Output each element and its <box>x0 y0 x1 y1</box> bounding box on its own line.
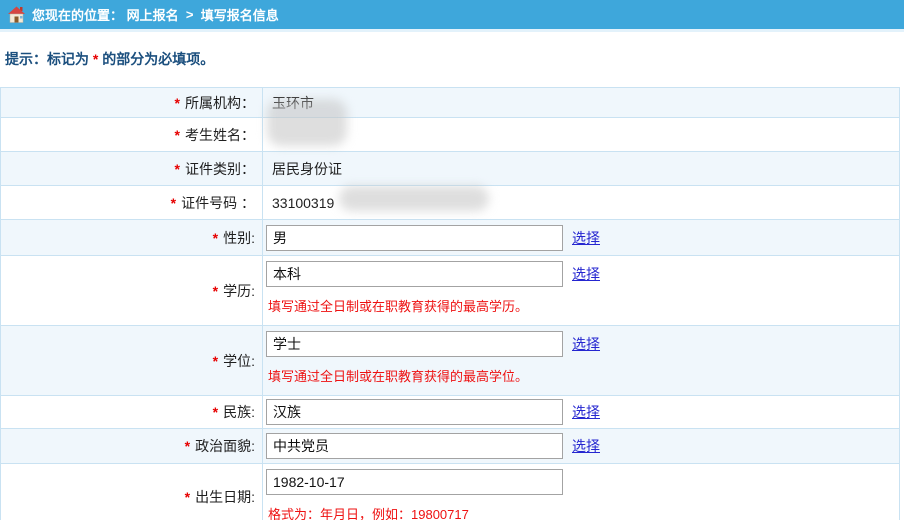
degree-input[interactable] <box>266 331 563 357</box>
gender-input[interactable] <box>266 225 563 251</box>
required-asterisk: * <box>185 489 190 505</box>
form-row-id-type: * 证件类别： 居民身份证 <box>1 152 899 186</box>
id-type-label-text: 证件类别： <box>185 159 255 179</box>
candidate-name-label: * 考生姓名： <box>1 118 263 151</box>
degree-select-link[interactable]: 选择 <box>572 334 600 354</box>
form-row-candidate-name: * 考生姓名： <box>1 118 899 152</box>
form-row-degree: * 学位: 选择 填写通过全日制或在职教育获得的最高学位。 <box>1 326 899 396</box>
education-label-text: 学历: <box>223 281 255 301</box>
degree-label-text: 学位: <box>223 351 255 371</box>
gender-label: * 性别: <box>1 220 263 255</box>
education-input[interactable] <box>266 261 563 287</box>
form-row-birth-date: * 出生日期: 格式为：年月日，例如：19800717 <box>1 464 899 520</box>
form-row-ethnicity: * 民族: 选择 <box>1 396 899 429</box>
form-row-id-number: * 证件号码 ： 33100319 <box>1 186 899 220</box>
ethnicity-label: * 民族: <box>1 396 263 428</box>
birth-date-label-text: 出生日期: <box>195 487 255 507</box>
organization-value: 玉环市 <box>266 93 899 113</box>
form-row-organization: * 所属机构： 玉环市 <box>1 88 899 118</box>
form-row-education: * 学历: 选择 填写通过全日制或在职教育获得的最高学历。 <box>1 256 899 326</box>
home-icon <box>7 6 26 23</box>
required-field-tip: 提示：标记为 * 的部分为必填项。 <box>5 49 904 69</box>
ethnicity-input[interactable] <box>266 399 563 425</box>
birth-date-note: 格式为：年月日，例如：19800717 <box>266 504 899 520</box>
id-number-value: 33100319 <box>266 195 899 211</box>
birth-date-label: * 出生日期: <box>1 464 263 520</box>
degree-note: 填写通过全日制或在职教育获得的最高学位。 <box>266 366 899 385</box>
required-asterisk: * <box>213 404 218 420</box>
tip-text-prefix: 提示：标记为 <box>5 51 93 67</box>
candidate-name-label-text: 考生姓名： <box>185 125 255 145</box>
required-asterisk: * <box>175 95 180 111</box>
education-select-link[interactable]: 选择 <box>572 264 600 284</box>
required-asterisk: * <box>171 195 176 211</box>
education-note: 填写通过全日制或在职教育获得的最高学历。 <box>266 296 899 315</box>
birth-date-input[interactable] <box>266 469 563 495</box>
breadcrumb-bar: 您现在的位置： 网上报名 > 填写报名信息 <box>0 0 904 32</box>
breadcrumb-separator: > <box>179 7 201 22</box>
organization-label: * 所属机构： <box>1 88 263 117</box>
degree-label: * 学位: <box>1 326 263 395</box>
id-type-label: * 证件类别： <box>1 152 263 185</box>
political-status-label: * 政治面貌: <box>1 429 263 463</box>
required-asterisk: * <box>213 353 218 369</box>
page: 您现在的位置： 网上报名 > 填写报名信息 提示：标记为 * 的部分为必填项。 … <box>0 0 904 520</box>
breadcrumb-link-online-registration[interactable]: 网上报名 <box>127 5 179 24</box>
gender-label-text: 性别: <box>223 228 255 248</box>
required-asterisk: * <box>213 230 218 246</box>
form-row-gender: * 性别: 选择 <box>1 220 899 256</box>
organization-label-text: 所属机构： <box>185 93 255 113</box>
required-asterisk: * <box>175 161 180 177</box>
tip-text-suffix: 的部分为必填项。 <box>98 51 214 67</box>
id-type-value: 居民身份证 <box>266 159 899 179</box>
ethnicity-label-text: 民族: <box>223 402 255 422</box>
required-asterisk: * <box>185 438 190 454</box>
registration-form: * 所属机构： 玉环市 * 考生姓名： * 证件类别： 居民身份证 <box>0 87 900 520</box>
ethnicity-select-link[interactable]: 选择 <box>572 402 600 422</box>
required-asterisk: * <box>175 127 180 143</box>
form-row-political-status: * 政治面貌: 选择 <box>1 429 899 464</box>
political-status-label-text: 政治面貌: <box>195 436 255 456</box>
breadcrumb-prefix: 您现在的位置： <box>32 5 127 24</box>
gender-select-link[interactable]: 选择 <box>572 228 600 248</box>
breadcrumb-current-page: 填写报名信息 <box>201 5 279 24</box>
political-status-input[interactable] <box>266 433 563 459</box>
political-status-select-link[interactable]: 选择 <box>572 436 600 456</box>
required-asterisk: * <box>213 283 218 299</box>
id-number-label: * 证件号码 ： <box>1 186 263 219</box>
education-label: * 学历: <box>1 256 263 325</box>
id-number-label-text: 证件号码 ： <box>181 193 255 213</box>
